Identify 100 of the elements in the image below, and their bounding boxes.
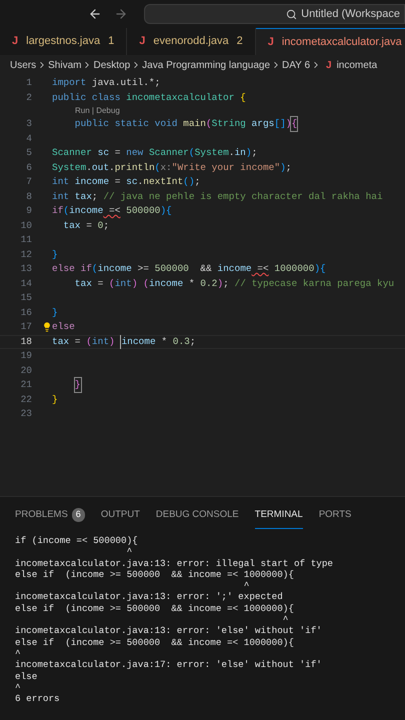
code-token: // typecase karna parega kyu	[234, 276, 394, 291]
problem-count: 1	[108, 34, 114, 50]
terminal-line: if (income =< 500000){	[15, 535, 139, 546]
code-token: println	[114, 160, 155, 175]
line-number: 6	[25, 160, 32, 175]
code-token: String	[212, 117, 246, 132]
panel-tab[interactable]: PROBLEMS 6	[15, 508, 85, 529]
code-token: )	[280, 160, 286, 175]
panel-tab[interactable]: TERMINAL	[254, 508, 303, 529]
code-token: &&	[199, 262, 213, 276]
breadcrumb-item[interactable]: Desktop	[93, 58, 130, 72]
terminal-line: 6 errors	[15, 693, 61, 704]
breadcrumb-item[interactable]: incometa	[336, 58, 378, 72]
java-file-icon: J	[139, 33, 146, 50]
code-token: =	[114, 175, 122, 190]
code-token: *	[188, 276, 196, 291]
terminal-line: incometaxcalculator.java:17: error: 'else' without 'if'	[15, 659, 323, 671]
code-token: income	[69, 204, 104, 218]
line-number: 15	[20, 291, 32, 306]
search-text: Untitled (Workspace	[301, 6, 400, 22]
code-token: 500000	[154, 262, 189, 276]
terminal-line: ^	[282, 614, 290, 626]
line-number: 22	[20, 392, 32, 407]
code-token: }	[52, 392, 58, 407]
code-token: sc	[96, 146, 110, 160]
codelens[interactable]: Run | Debug	[75, 105, 120, 117]
code-token: {	[291, 117, 298, 132]
code-token: .	[138, 175, 144, 190]
code-token: income	[120, 334, 156, 349]
code-token: []	[274, 117, 286, 132]
forward-icon[interactable]	[114, 7, 128, 21]
code-token: sc	[126, 175, 138, 190]
code-token: }	[52, 248, 58, 262]
code-token: args	[250, 117, 274, 132]
code-token: tax	[74, 276, 92, 291]
code-token: =	[96, 276, 104, 291]
panel-tab[interactable]: DEBUG CONSOLE	[156, 508, 239, 529]
line-number: 5	[25, 146, 32, 160]
line-number: 14	[20, 276, 32, 291]
lightbulb-icon[interactable]	[42, 322, 52, 332]
terminal-line: ^	[242, 580, 250, 592]
code-token: ;	[92, 190, 99, 204]
terminal-line: else if (income >= 500000 && income =< 1000000){	[15, 602, 295, 614]
breadcrumb-item[interactable]: Java Programming language	[142, 58, 270, 72]
panel-tab[interactable]: PORTS	[318, 508, 352, 529]
code-token: tax	[52, 334, 70, 349]
search-icon	[286, 8, 298, 20]
breadcrumb-item[interactable]: Shivam	[48, 58, 82, 72]
code-token: (	[154, 160, 160, 175]
code-token: )	[217, 276, 224, 291]
code-token: 0	[98, 218, 104, 233]
code-token: tax	[62, 218, 81, 233]
editor-tab[interactable]: J incometaxcalculator.java	[256, 28, 405, 55]
code-token: =<	[256, 262, 269, 276]
line-number: 21	[20, 378, 32, 392]
code-token: =	[74, 334, 82, 349]
java-file-icon: J	[12, 33, 18, 50]
tab-label: evenorodd.java	[153, 34, 229, 50]
code-token: .	[109, 160, 115, 175]
code-token: (	[142, 276, 149, 291]
code-token: (	[109, 276, 115, 291]
code-token: ){	[314, 262, 326, 276]
panel-tab[interactable]: OUTPUT	[100, 508, 140, 529]
terminal-line: ^	[15, 648, 22, 660]
tab-label: incometaxcalculator.java	[282, 34, 402, 50]
code-token: else if	[52, 262, 92, 276]
line-number: 7	[25, 175, 32, 190]
code-token: 500000	[125, 204, 160, 218]
code-token: "Write your income"	[172, 160, 280, 175]
back-icon[interactable]	[88, 7, 102, 21]
line-number: 20	[20, 364, 32, 378]
code-token: System	[52, 160, 86, 175]
code-token: )	[109, 334, 116, 349]
code-token: public class	[52, 90, 122, 105]
code-token: java.util.*;	[90, 76, 160, 90]
code-token: (	[188, 146, 195, 160]
code-token: (	[63, 204, 70, 218]
breadcrumb-item[interactable]: Users	[10, 58, 36, 72]
code-token: else	[52, 320, 75, 334]
code-token: >=	[136, 262, 150, 276]
line-number: 3	[25, 117, 32, 132]
code-token: *	[160, 334, 168, 349]
code-token: 0.3	[172, 334, 190, 349]
code-token: x:	[160, 160, 172, 175]
breadcrumb-item[interactable]: DAY 6	[282, 58, 310, 72]
code-token: System	[194, 146, 229, 160]
terminal-line: ^	[15, 682, 22, 694]
line-number: 16	[20, 306, 32, 320]
java-file-icon: J	[268, 34, 274, 50]
terminal-line: incometaxcalculator.java:13: error: ';' expected	[15, 591, 284, 603]
search-field[interactable]: Untitled (Workspace	[144, 4, 405, 24]
code-token: 1000000	[273, 262, 314, 276]
code-token: incometaxcalculator	[126, 90, 234, 105]
line-number: 2	[25, 90, 32, 105]
line-number: 1	[25, 76, 32, 90]
code-token: ){	[160, 204, 172, 218]
code-token: )	[286, 117, 292, 132]
code-token: ;	[252, 146, 258, 160]
code-token: in	[234, 146, 246, 160]
code-token: nextInt	[143, 175, 184, 190]
